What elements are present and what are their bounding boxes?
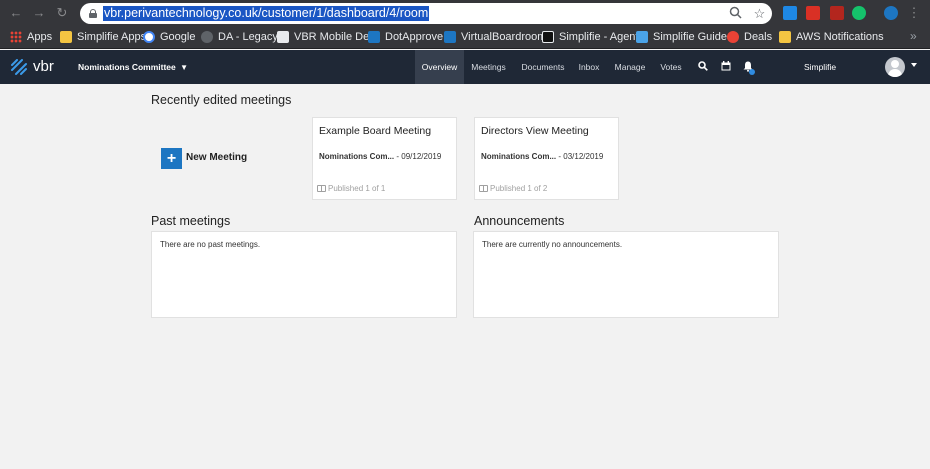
folder-icon (779, 31, 791, 43)
page-icon (277, 31, 289, 43)
zoom-icon[interactable] (728, 6, 743, 21)
nav-overview[interactable]: Overview (415, 50, 464, 84)
book-icon (317, 185, 326, 192)
grammarly-extension-icon[interactable] (852, 6, 866, 20)
address-bar[interactable]: vbr.perivantechnology.co.uk/customer/1/d… (80, 3, 772, 24)
google-icon (143, 31, 155, 43)
search-icon[interactable] (697, 61, 709, 73)
globe-icon (201, 31, 213, 43)
browser-toolbar: ← → ↻ vbr.perivantechnology.co.uk/custom… (0, 0, 930, 27)
recent-meetings-title: Recently edited meetings (151, 93, 292, 107)
user-menu-caret-icon[interactable] (911, 63, 917, 67)
meeting-card-date: - 09/12/2019 (396, 152, 442, 161)
guides-icon (636, 31, 648, 43)
vbr-logo-text[interactable]: vbr (33, 58, 54, 75)
forward-arrow-icon[interactable]: → (31, 5, 47, 21)
calendar-icon[interactable] (720, 61, 732, 73)
meeting-card-published: Published 1 of 2 (479, 184, 547, 193)
url-text[interactable]: vbr.perivantechnology.co.uk/customer/1/d… (103, 6, 430, 21)
chevron-down-icon: ▼ (180, 63, 189, 72)
notification-dot (749, 69, 755, 75)
meeting-card-title: Directors View Meeting (481, 125, 589, 137)
bookmarks-overflow-icon[interactable]: » (910, 29, 917, 43)
committee-selector[interactable]: Nominations Committee ▼ (78, 62, 188, 73)
back-arrow-icon[interactable]: ← (8, 5, 24, 21)
plus-icon: + (161, 148, 182, 169)
apps-grid-icon (10, 31, 22, 43)
nav-votes[interactable]: Votes (655, 50, 687, 84)
announcements-title: Announcements (474, 214, 565, 228)
user-name[interactable]: Simplifie (790, 50, 850, 84)
windows-extension-icon[interactable] (783, 6, 797, 20)
vbr-logo-icon[interactable] (10, 59, 28, 75)
book-icon (479, 185, 488, 192)
meeting-card-details: Nominations Com... - 03/12/2019 (481, 152, 603, 161)
committee-name: Nominations Committee (78, 62, 176, 72)
avatar[interactable] (885, 57, 905, 77)
nav-documents[interactable]: Documents (516, 50, 570, 84)
meeting-card-details: Nominations Com... - 09/12/2019 (319, 152, 441, 161)
nav-inbox[interactable]: Inbox (573, 50, 605, 84)
nav-meetings[interactable]: Meetings (466, 50, 511, 84)
dotapprove-icon (368, 31, 380, 43)
reload-icon[interactable]: ↻ (54, 5, 70, 21)
past-meetings-empty-text: There are no past meetings. (160, 240, 261, 249)
gmail-extension-icon[interactable] (806, 6, 820, 20)
vbr-icon (444, 31, 456, 43)
announcements-panel: There are currently no announcements. (473, 231, 779, 318)
agent-icon (542, 31, 554, 43)
meeting-card-date: - 03/12/2019 (558, 152, 604, 161)
chrome-menu-icon[interactable]: ⋮ (906, 5, 922, 21)
meeting-card-title: Example Board Meeting (319, 125, 432, 137)
bookmarks-bar: Apps Simplifie Apps Google DA - Legacy V… (0, 27, 930, 49)
new-meeting-label: New Meeting (186, 152, 248, 163)
meeting-card[interactable]: Directors View Meeting Nominations Com..… (474, 117, 619, 200)
past-meetings-panel: There are no past meetings. (151, 231, 457, 318)
profile-icon[interactable] (884, 6, 898, 20)
meeting-card[interactable]: Example Board Meeting Nominations Com...… (312, 117, 457, 200)
bookmark-star-icon[interactable]: ☆ (752, 6, 767, 21)
folder-icon (60, 31, 72, 43)
meeting-card-committee: Nominations Com... (319, 152, 395, 161)
app-header: vbr Nominations Committee ▼ Overview Mee… (0, 50, 930, 84)
announcements-empty-text: There are currently no announcements. (482, 240, 623, 249)
pdf-extension-icon[interactable] (830, 6, 844, 20)
deals-icon (727, 31, 739, 43)
meeting-card-committee: Nominations Com... (481, 152, 557, 161)
nav-manage[interactable]: Manage (610, 50, 650, 84)
lock-icon (89, 9, 97, 18)
past-meetings-title: Past meetings (151, 214, 231, 228)
meeting-card-published: Published 1 of 1 (317, 184, 385, 193)
